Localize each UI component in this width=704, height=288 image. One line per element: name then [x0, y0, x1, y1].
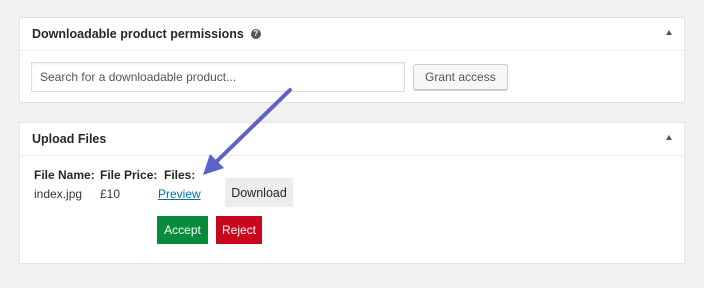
reject-button[interactable]: Reject — [216, 216, 262, 244]
upload-files-panel-title: Upload Files — [32, 132, 107, 146]
collapse-toggle-icon[interactable] — [666, 30, 672, 35]
permissions-panel: Downloadable product permissions ? Grant… — [19, 17, 685, 103]
grant-access-button[interactable]: Grant access — [413, 64, 508, 90]
file-price-value: £10 — [100, 187, 121, 201]
accept-button[interactable]: Accept — [157, 216, 208, 244]
upload-files-panel: Upload Files File Name: File Price: File… — [19, 122, 685, 264]
permissions-panel-title: Downloadable product permissions — [32, 27, 244, 41]
permissions-panel-header: Downloadable product permissions ? — [20, 18, 684, 51]
search-downloadable-product-input[interactable] — [31, 62, 405, 92]
help-icon[interactable]: ? — [250, 29, 261, 39]
download-button[interactable]: Download — [225, 178, 293, 207]
column-header-file-price: File Price: — [100, 168, 158, 182]
upload-files-panel-header: Upload Files — [20, 123, 684, 156]
column-header-file-name: File Name: — [34, 168, 95, 182]
collapse-toggle-icon[interactable] — [666, 135, 672, 140]
column-header-files: Files: — [164, 168, 196, 182]
preview-link[interactable]: Preview — [158, 187, 201, 201]
file-name-value: index.jpg — [34, 187, 83, 201]
